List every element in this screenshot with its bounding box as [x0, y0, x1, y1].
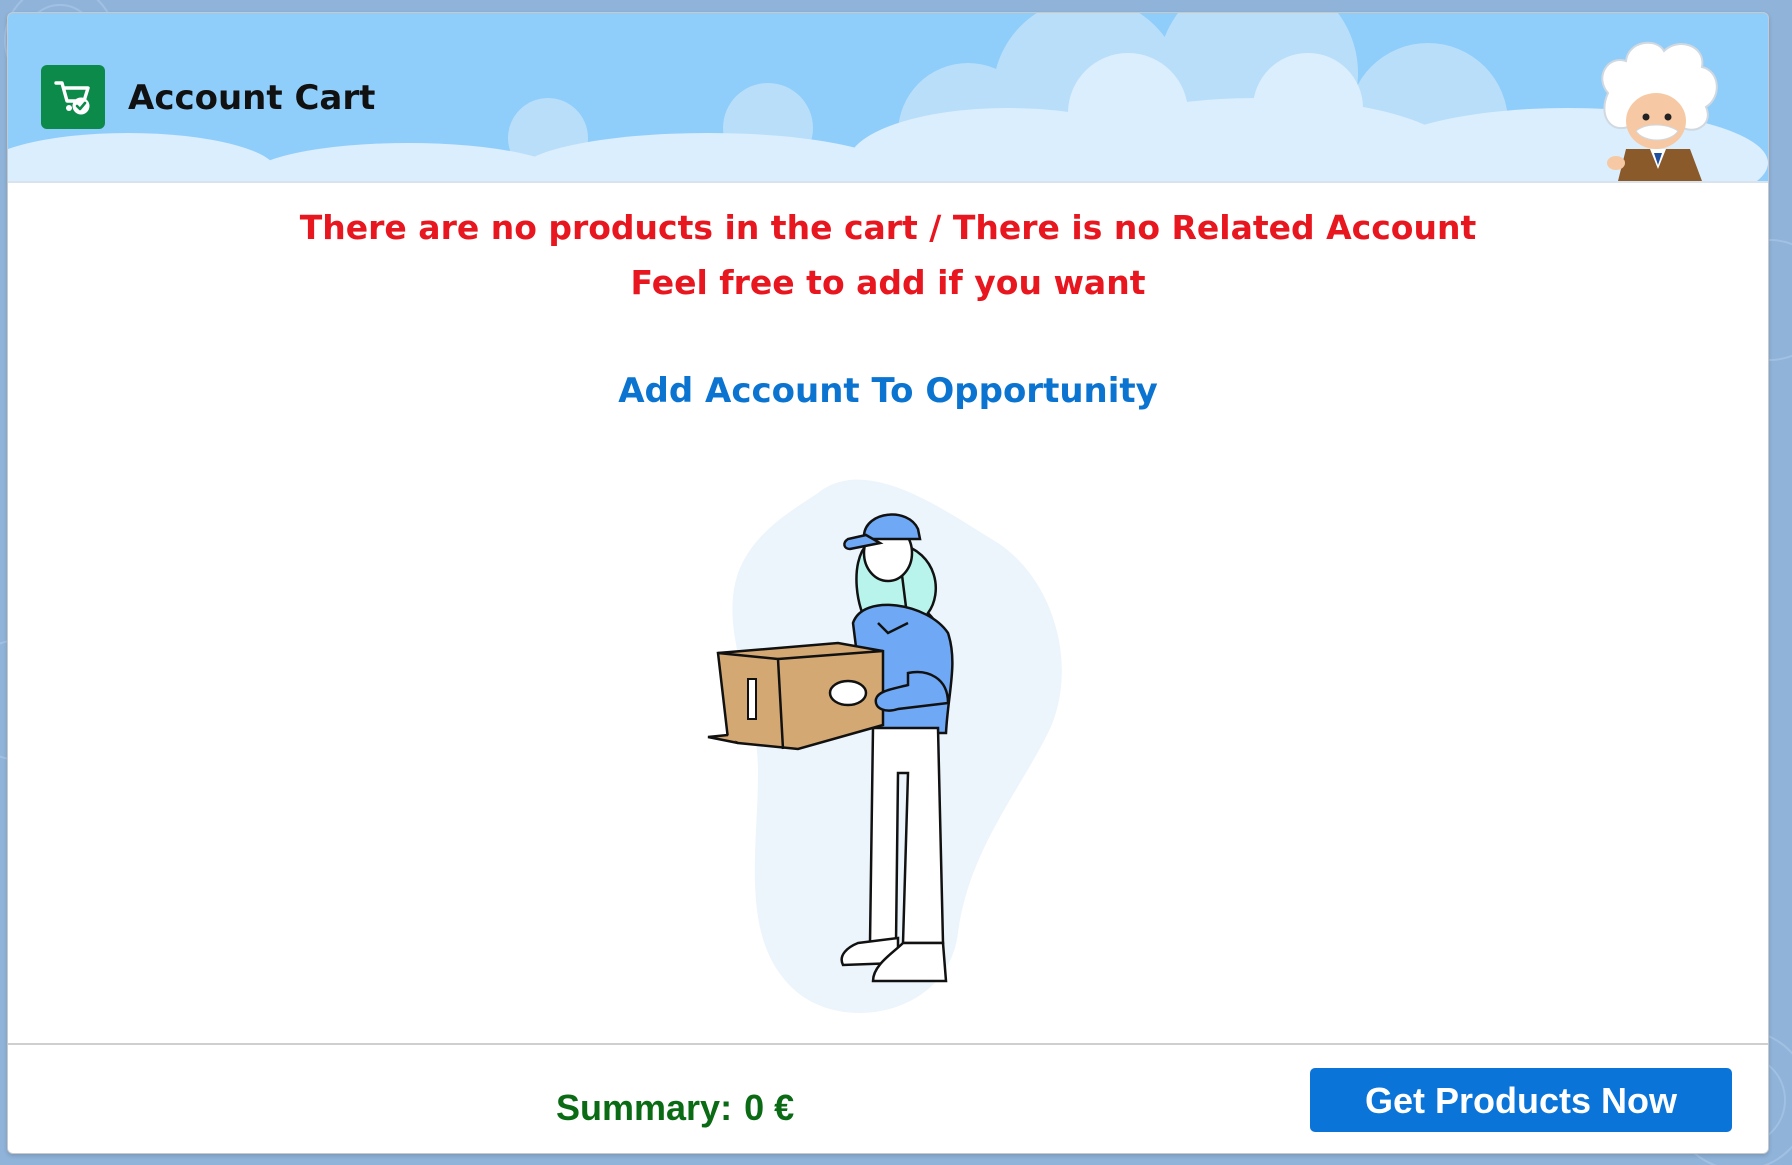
card-header: Account Cart	[8, 13, 1768, 183]
einstein-mascot-icon	[1601, 41, 1718, 181]
get-products-now-button[interactable]: Get Products Now	[1310, 1068, 1732, 1132]
page-title: Account Cart	[128, 78, 376, 118]
add-suggestion-message: Feel free to add if you want	[630, 263, 1146, 302]
summary-total: Summary: 0 €	[556, 1087, 794, 1129]
add-account-link-row: Add Account To Opportunity	[8, 371, 1768, 411]
cart-check-icon	[41, 65, 105, 129]
summary-label: Summary:	[556, 1087, 733, 1128]
add-account-to-opportunity-link[interactable]: Add Account To Opportunity	[618, 371, 1158, 411]
person-holding-box-illustration	[707, 479, 1062, 1013]
summary-value: 0 €	[744, 1087, 795, 1128]
account-cart-card: Account Cart There are no products in th…	[7, 12, 1769, 1154]
card-footer: Summary: 0 € Get Products Now	[8, 1043, 1768, 1153]
empty-cart-message: There are no products in the cart / Ther…	[299, 208, 1477, 247]
